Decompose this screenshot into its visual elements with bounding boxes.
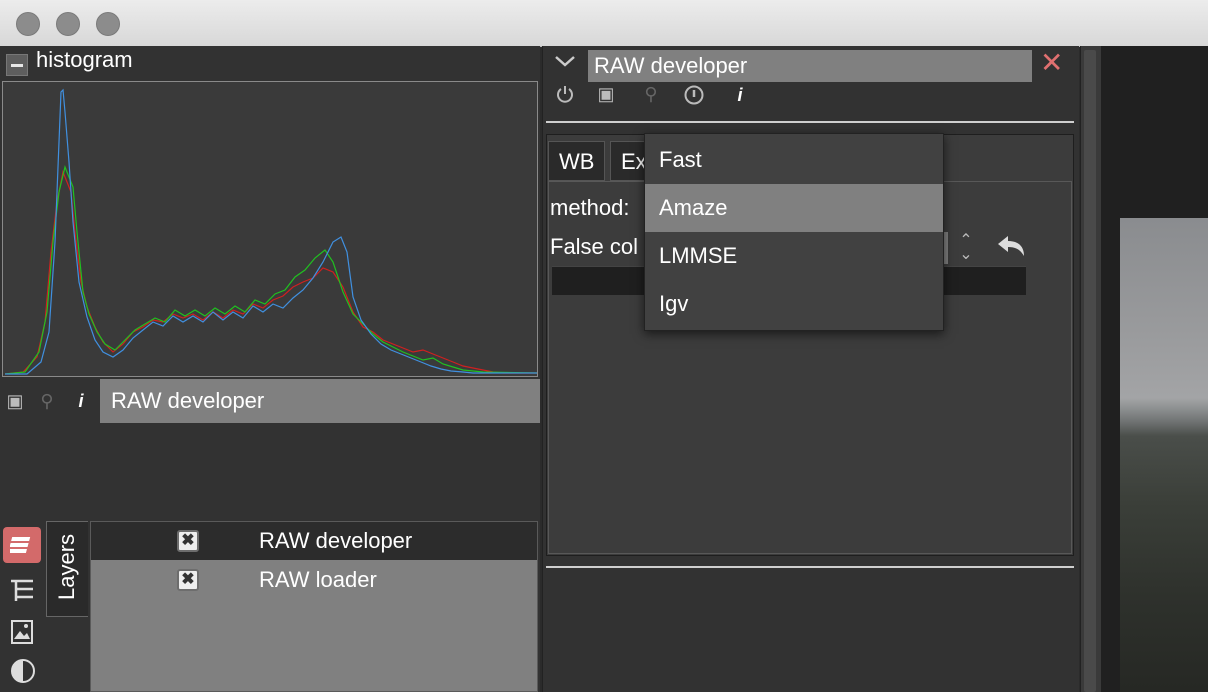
- close-icon[interactable]: ✕: [1040, 48, 1063, 78]
- false-color-label: False col: [550, 234, 639, 259]
- histogram-green-channel: [4, 165, 537, 375]
- histogram-graph: [4, 88, 537, 375]
- layers-icon[interactable]: [3, 527, 41, 563]
- tab-layers-label: Layers: [54, 533, 79, 600]
- window-titlebar: [0, 0, 1208, 47]
- histogram-blue-channel: [5, 88, 537, 375]
- contrast-icon[interactable]: [10, 658, 36, 684]
- pin-icon[interactable]: ⚲: [36, 390, 58, 412]
- window-close-button[interactable]: [16, 12, 40, 36]
- tab-layers[interactable]: Layers: [46, 521, 88, 617]
- chevron-down-icon[interactable]: [554, 50, 576, 72]
- reset-icon[interactable]: [683, 84, 705, 106]
- histogram-title: histogram: [36, 47, 133, 72]
- histogram-collapse-button[interactable]: [6, 54, 28, 76]
- dropdown-option-fast[interactable]: Fast: [645, 136, 943, 184]
- layer-enable-checkbox[interactable]: ✖: [177, 530, 199, 552]
- layers-list: ✖ RAW developer ✖ RAW loader: [90, 521, 538, 692]
- photo-preview: [1120, 218, 1208, 692]
- method-dropdown-menu: Fast Amaze LMMSE Igv: [644, 133, 944, 331]
- divider: [546, 566, 1074, 568]
- tab-wb[interactable]: WB: [548, 141, 606, 181]
- layer-name: RAW loader: [259, 567, 377, 592]
- info-icon[interactable]: i: [70, 390, 92, 412]
- camera-icon[interactable]: ▣: [4, 390, 26, 412]
- dropdown-option-lmmse[interactable]: LMMSE: [645, 232, 943, 280]
- layer-name: RAW developer: [259, 528, 413, 553]
- dropdown-option-igv[interactable]: Igv: [645, 280, 943, 328]
- left-module-label[interactable]: RAW developer: [100, 379, 540, 423]
- power-icon[interactable]: [554, 83, 576, 105]
- divider: [546, 121, 1074, 123]
- undo-icon[interactable]: [992, 232, 1028, 262]
- image-icon[interactable]: [10, 619, 36, 645]
- window-minimize-button[interactable]: [56, 12, 80, 36]
- stepper-icon[interactable]: ⌃ ⌄: [956, 233, 976, 264]
- info-icon[interactable]: i: [730, 84, 750, 106]
- layer-enable-checkbox[interactable]: ✖: [177, 569, 199, 591]
- dropdown-option-amaze[interactable]: Amaze: [645, 184, 943, 232]
- pin-icon[interactable]: ⚲: [640, 83, 662, 105]
- camera-icon[interactable]: ▣: [594, 83, 618, 105]
- window-zoom-button[interactable]: [96, 12, 120, 36]
- histogram-red-channel: [4, 169, 537, 375]
- tree-icon[interactable]: [8, 578, 36, 604]
- layer-row-raw-loader[interactable]: ✖ RAW loader: [91, 561, 537, 599]
- scrollbar-thumb[interactable]: [1084, 50, 1096, 692]
- module-title[interactable]: RAW developer: [588, 50, 1032, 82]
- layer-row-raw-developer[interactable]: ✖ RAW developer: [91, 522, 537, 560]
- method-label: method:: [550, 195, 630, 220]
